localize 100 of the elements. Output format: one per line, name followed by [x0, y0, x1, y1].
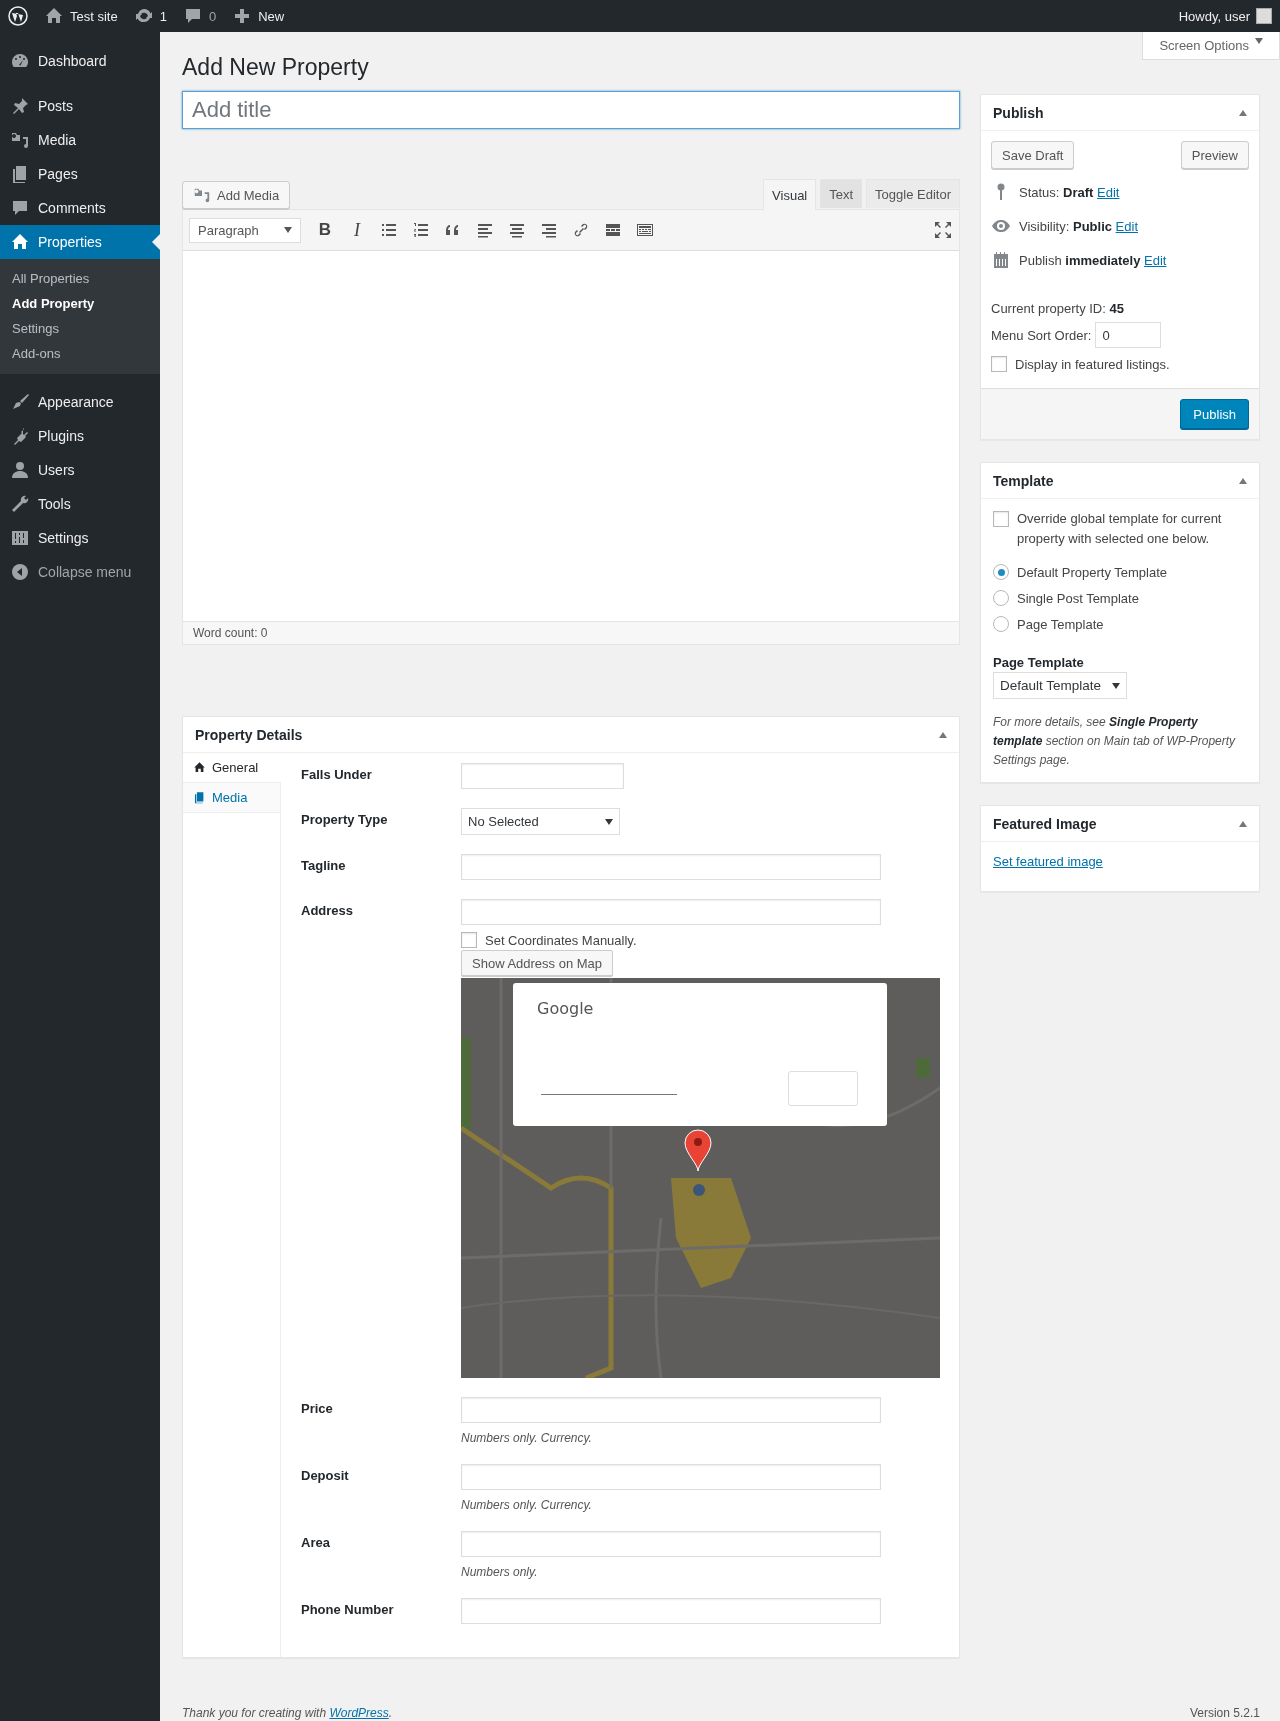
pages-icon [193, 791, 206, 804]
menu-item[interactable]: Posts [0, 89, 160, 123]
menu-item[interactable]: Appearance [0, 385, 160, 419]
publish-setting: Status: Draft Edit [1019, 184, 1120, 200]
menu-item[interactable]: Comments [0, 191, 160, 225]
template-select[interactable]: Default Template [993, 672, 1127, 699]
collapse-arrow-icon[interactable] [1239, 820, 1247, 827]
dropdown-arrow-icon [284, 227, 292, 233]
text-field[interactable] [461, 763, 624, 789]
menu-item[interactable]: Settings [0, 521, 160, 555]
field-label: Price [301, 1400, 334, 1418]
wordpress-link[interactable]: WordPress [329, 1706, 389, 1720]
radio-label: Default Property Template [1017, 564, 1168, 580]
panel-title: Template [993, 472, 1054, 489]
editor-tab[interactable]: Text [820, 179, 863, 208]
site-link[interactable]: Test site [70, 8, 118, 24]
title-field[interactable]: Add title [182, 91, 960, 129]
menu-item[interactable]: Dashboard [0, 44, 160, 78]
menu-item[interactable]: Users [0, 453, 160, 487]
property-id: Current property ID: 45 [991, 301, 1124, 316]
field-label: Page Template [993, 655, 1085, 670]
field-label: Area [301, 1534, 331, 1552]
collapse-icon [10, 562, 30, 582]
text-field[interactable] [461, 1397, 881, 1423]
field-hint: Numbers only. Currency. [461, 1431, 593, 1445]
menu-item[interactable]: Tools [0, 487, 160, 521]
template-note: For more details, see Single Property template section on Main tab of WP-Property Settings page. [993, 714, 1237, 769]
camera-music-icon [193, 186, 211, 204]
menu-item[interactable]: Pages [0, 157, 160, 191]
show-map-button[interactable]: Show Address on Map [461, 950, 614, 976]
collapse-arrow-icon[interactable] [1239, 477, 1247, 484]
text-field[interactable] [461, 854, 881, 880]
publish-setting: Visibility: Public Edit [1019, 218, 1138, 234]
edit-link[interactable]: Edit [1115, 218, 1138, 234]
numbered-list-icon [411, 220, 431, 240]
new-link[interactable]: New [258, 8, 285, 24]
greeting[interactable]: Howdy, user [1178, 8, 1250, 24]
collapse-menu[interactable]: Collapse menu [0, 555, 160, 589]
text-field[interactable] [461, 1598, 881, 1624]
word-count: Word count: 0 [183, 621, 959, 644]
sort-order-label: Menu Sort Order: [991, 327, 1092, 343]
submenu-item[interactable]: Add-ons [0, 341, 160, 366]
select-field[interactable]: No Selected [461, 808, 620, 835]
house-icon [193, 761, 206, 774]
screen-options-button[interactable]: Screen Options [1142, 32, 1280, 60]
field-hint: Numbers only. Currency. [461, 1498, 593, 1512]
panel-title: Publish [993, 104, 1044, 121]
publish-button[interactable]: Publish [1180, 399, 1249, 429]
menu-item[interactable]: Media [0, 123, 160, 157]
submenu-item[interactable]: Settings [0, 316, 160, 341]
collapse-arrow-icon[interactable] [939, 731, 947, 738]
preview-button[interactable]: Preview [1180, 141, 1249, 169]
avatar-icon[interactable] [1256, 8, 1272, 24]
address-field[interactable] [461, 899, 881, 925]
toggle-editor-button[interactable]: Toggle Editor [866, 179, 960, 208]
details-tab[interactable]: General [183, 753, 281, 783]
updates-count[interactable]: 1 [159, 8, 167, 24]
edit-link[interactable]: Edit [1144, 252, 1167, 268]
dropdown-arrow-icon [1112, 682, 1120, 689]
radio-label: Single Post Template [1017, 590, 1139, 606]
person-icon [10, 460, 30, 480]
paintbrush-icon [10, 392, 30, 412]
field-label: Phone Number [301, 1601, 395, 1619]
sort-order-field[interactable]: 0 [1095, 322, 1162, 348]
panel-title: Featured Image [993, 815, 1097, 832]
menu-item[interactable]: Properties [0, 225, 160, 259]
version: Version 5.2.1 [1189, 1706, 1260, 1720]
checkbox[interactable] [461, 932, 477, 948]
camera-music-icon [10, 130, 30, 150]
wrench-icon [10, 494, 30, 514]
editor-tab[interactable]: Visual [763, 179, 817, 210]
checkbox-label: Set Coordinates Manually. [485, 932, 637, 948]
field-label: Address [301, 902, 355, 920]
text-field[interactable] [461, 1464, 881, 1490]
text-field[interactable] [461, 1531, 881, 1557]
add-media-button[interactable]: Add Media [182, 181, 291, 209]
publish-setting: Publish immediately Edit [1019, 252, 1167, 268]
italic-button[interactable]: I [347, 219, 367, 241]
field-label: Deposit [301, 1467, 350, 1485]
radio-label: Page Template [1017, 616, 1104, 632]
dialog-box[interactable] [788, 1071, 858, 1106]
set-featured-image-link[interactable]: Set featured image [993, 854, 1103, 869]
checkbox-label: Override global template for current property with selected one below. [1017, 510, 1223, 548]
menu-item[interactable]: Plugins [0, 419, 160, 453]
submenu-item[interactable]: Add Property [0, 291, 160, 316]
submenu-item[interactable]: All Properties [0, 266, 160, 291]
save-draft-button[interactable]: Save Draft [991, 141, 1075, 169]
collapse-arrow-icon[interactable] [1239, 109, 1247, 116]
comments-count[interactable]: 0 [208, 8, 217, 24]
fullscreen-icon [933, 220, 953, 240]
edit-link[interactable]: Edit [1097, 184, 1120, 200]
speech-bubble-icon [10, 198, 30, 218]
checkbox[interactable] [991, 356, 1007, 372]
checkbox[interactable] [993, 511, 1009, 527]
format-select[interactable]: Paragraph [189, 217, 301, 243]
panel-title: Property Details [195, 726, 303, 743]
dropdown-arrow-icon [605, 818, 613, 825]
field-hint: Numbers only. [461, 1565, 539, 1579]
details-tab[interactable]: Media [183, 783, 280, 813]
bold-button[interactable]: B [315, 220, 335, 240]
